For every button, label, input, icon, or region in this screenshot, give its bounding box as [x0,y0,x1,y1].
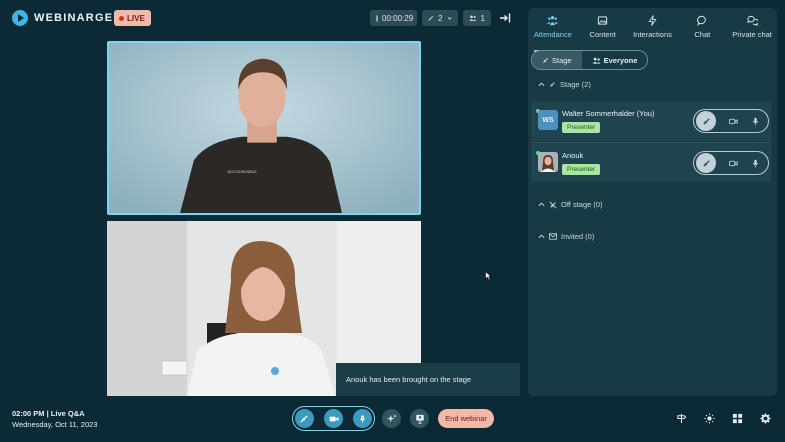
chevron-down-icon [447,16,452,20]
participant-name: Anouk [562,151,584,160]
megaphone-icon [300,415,308,423]
leave-icon[interactable] [499,12,511,24]
participant-controls [693,109,769,133]
avatar: WS [538,110,558,130]
section-invited-label: Invited (0) [561,232,595,241]
filter-stage-label: Stage [552,55,572,65]
live-label: LIVE [127,13,145,23]
media-controls [292,406,375,431]
chevron-up-icon [538,202,545,207]
role-badge: Presenter [562,122,601,133]
tab-private-chat[interactable]: Private chat [727,8,777,44]
live-dot-icon [119,15,124,21]
megaphone-icon [702,117,710,125]
avatar [538,152,558,172]
screenshare-button[interactable] [410,409,429,428]
camera-icon[interactable] [729,117,738,126]
section-stage-label: Stage (2) [560,80,591,89]
avatar-photo-image [538,152,558,172]
participant-you-suffix: (You) [636,109,655,118]
tab-content[interactable]: Content [578,8,628,44]
session-time: 02:00 PM | Live Q&A [12,409,85,418]
play-logo-icon [12,10,28,26]
presenter-video-image: ACCOUNTABLE [109,43,419,213]
effects-button[interactable] [382,409,401,428]
people-icon [469,15,477,21]
chevron-up-icon [538,82,545,87]
tab-attendance[interactable]: Attendance [528,8,578,52]
gear-icon[interactable] [760,413,771,424]
tab-label: Private chat [732,30,772,39]
camera-button[interactable] [324,409,343,428]
participant-row[interactable]: WS Walter Sommerhalder (You) Presenter [531,101,771,141]
sparkles-icon [386,413,397,422]
attendee-count[interactable]: 1 [463,10,491,26]
microphone-icon[interactable] [751,159,760,168]
recording-time: 00:00:29 [382,13,414,23]
record-icon [376,14,378,22]
section-invited-header[interactable]: Invited (0) [538,232,594,241]
section-off-stage-header[interactable]: Off stage (0) [538,200,603,209]
recording-timer[interactable]: 00:00:29 [370,10,417,26]
camera-icon[interactable] [729,159,738,168]
filter-everyone-button[interactable]: Everyone [582,51,648,69]
stage-count: 2 [438,13,443,23]
side-panel: Attendance Content Interactions Chat Pri… [528,8,777,396]
filter-everyone-label: Everyone [603,55,638,65]
session-date: Wednesday, Oct 11, 2023 [12,419,98,429]
tab-chat[interactable]: Chat [677,8,727,44]
panel-tabs: Attendance Content Interactions Chat Pri… [528,8,777,52]
chat-bubbles-icon [746,15,758,26]
participant-name-text: Walter Sommerhalder [562,109,635,118]
tab-label: Chat [694,30,711,39]
camera-icon [329,416,338,421]
participant-name: Walter Sommerhalder (You) [562,109,654,118]
people-icon [547,16,559,26]
stage-toggle-button[interactable] [696,111,716,131]
session-info: 02:00 PM | Live Q&A Wednesday, Oct 11, 2… [12,409,97,430]
mouse-cursor-icon [485,271,492,281]
tab-label: Attendance [533,30,572,39]
megaphone-icon [702,159,710,167]
stage-count-dropdown[interactable]: 2 [422,10,458,26]
signpost-icon[interactable] [676,413,687,424]
microphone-button[interactable] [353,409,372,428]
role-badge: Presenter [562,164,601,175]
end-webinar-button[interactable]: End webinar [438,409,494,428]
envelope-icon [549,233,557,240]
attendee-count-value: 1 [480,13,485,23]
chat-bubble-icon [697,15,706,26]
megaphone-icon [543,57,548,63]
tab-label: Content [589,30,616,39]
people-icon [592,57,600,64]
presentation-icon [415,414,424,424]
filter-stage-button[interactable]: Stage [532,51,582,69]
chevron-up-icon [538,234,545,239]
section-stage-header[interactable]: Stage (2) [538,80,591,89]
video-tile-walter[interactable]: ACCOUNTABLE [107,41,421,215]
megaphone-icon [428,15,434,21]
section-off-stage-label: Off stage (0) [561,200,603,209]
microphone-icon [359,414,366,423]
tab-label: Interactions [633,30,672,39]
audience-filter: Stage Everyone [531,50,649,70]
image-icon [598,16,608,25]
microphone-icon[interactable] [751,117,760,126]
tab-interactions[interactable]: Interactions [628,8,678,44]
participant-controls [693,151,769,175]
live-badge: LIVE [114,10,151,26]
svg-text:ACCOUNTABLE: ACCOUNTABLE [227,169,257,174]
lightning-icon [648,15,657,26]
grid-layout-icon[interactable] [732,413,743,424]
brightness-icon[interactable] [704,413,715,424]
stage-button[interactable] [295,409,314,428]
megaphone-icon [550,82,555,87]
megaphone-off-icon [549,200,557,209]
participant-row[interactable]: Anouk Presenter [531,142,771,182]
stage-notification-toast: Anouk has been brought on the stage [336,363,520,396]
stage-toggle-button[interactable] [696,153,716,173]
